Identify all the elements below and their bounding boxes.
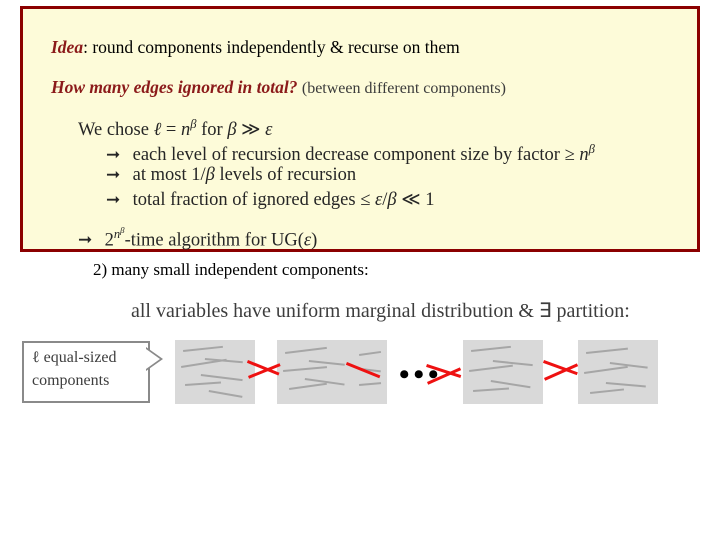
math-line-3: ➞ at most 1/β levels of recursion (78, 162, 678, 187)
ellipsis-dots: ••• (399, 358, 443, 391)
edge (586, 347, 628, 354)
math-line-4: ➞ total fraction of ignored edges ≤ ε/β … (78, 187, 678, 212)
edge (471, 345, 511, 352)
question-line: How many edges ignored in total? (betwee… (51, 77, 506, 98)
edge (473, 387, 510, 392)
question-note: (between different components) (301, 80, 506, 97)
label-line-2: components (32, 372, 110, 389)
edge (283, 366, 328, 372)
component-block (463, 340, 543, 404)
edge (183, 345, 223, 352)
arrow-icon: ➞ (106, 190, 121, 209)
edge (469, 364, 513, 372)
label-line-1: ℓ equal-sized (32, 349, 117, 366)
edge (308, 360, 345, 366)
edge (359, 382, 382, 386)
idea-callout-box: Idea: round components independently & r… (20, 6, 700, 252)
edge (605, 382, 646, 388)
edge (181, 358, 227, 368)
component-block (578, 340, 658, 404)
edge (584, 365, 628, 374)
component-block (277, 340, 357, 404)
edge (285, 346, 327, 354)
label-pointer (146, 349, 160, 369)
uniform-marginal-statement: all variables have uniform marginal dist… (131, 300, 630, 322)
math-line-5: ➞ 2nβ-time algorithm for UG(ε) (78, 225, 318, 251)
edge (289, 382, 327, 390)
idea-label: Idea (51, 37, 84, 57)
equal-sized-components-label: ℓ equal-sized components (22, 341, 150, 403)
edge (200, 374, 243, 382)
idea-text: : round components independently & recur… (83, 37, 460, 57)
arrow-icon: ➞ (106, 165, 121, 184)
math-derivation-block: We chose ℓ = nβ for β ≫ ε ➞ each level o… (78, 112, 678, 251)
edge (185, 381, 222, 386)
edge (490, 380, 531, 389)
idea-line: Idea: round components independently & r… (51, 37, 460, 58)
arrow-icon: ➞ (78, 230, 93, 250)
section-caption: 2) many small independent components: (93, 260, 369, 279)
component-block (175, 340, 255, 404)
edge (590, 388, 625, 394)
question-text: How many edges ignored in total? (51, 77, 298, 97)
math-line-2: ➞ each level of recursion decrease compo… (106, 142, 595, 166)
math-line-1: We chose ℓ = nβ for β ≫ ε (78, 117, 273, 141)
edge (359, 350, 382, 356)
edge (208, 390, 243, 398)
